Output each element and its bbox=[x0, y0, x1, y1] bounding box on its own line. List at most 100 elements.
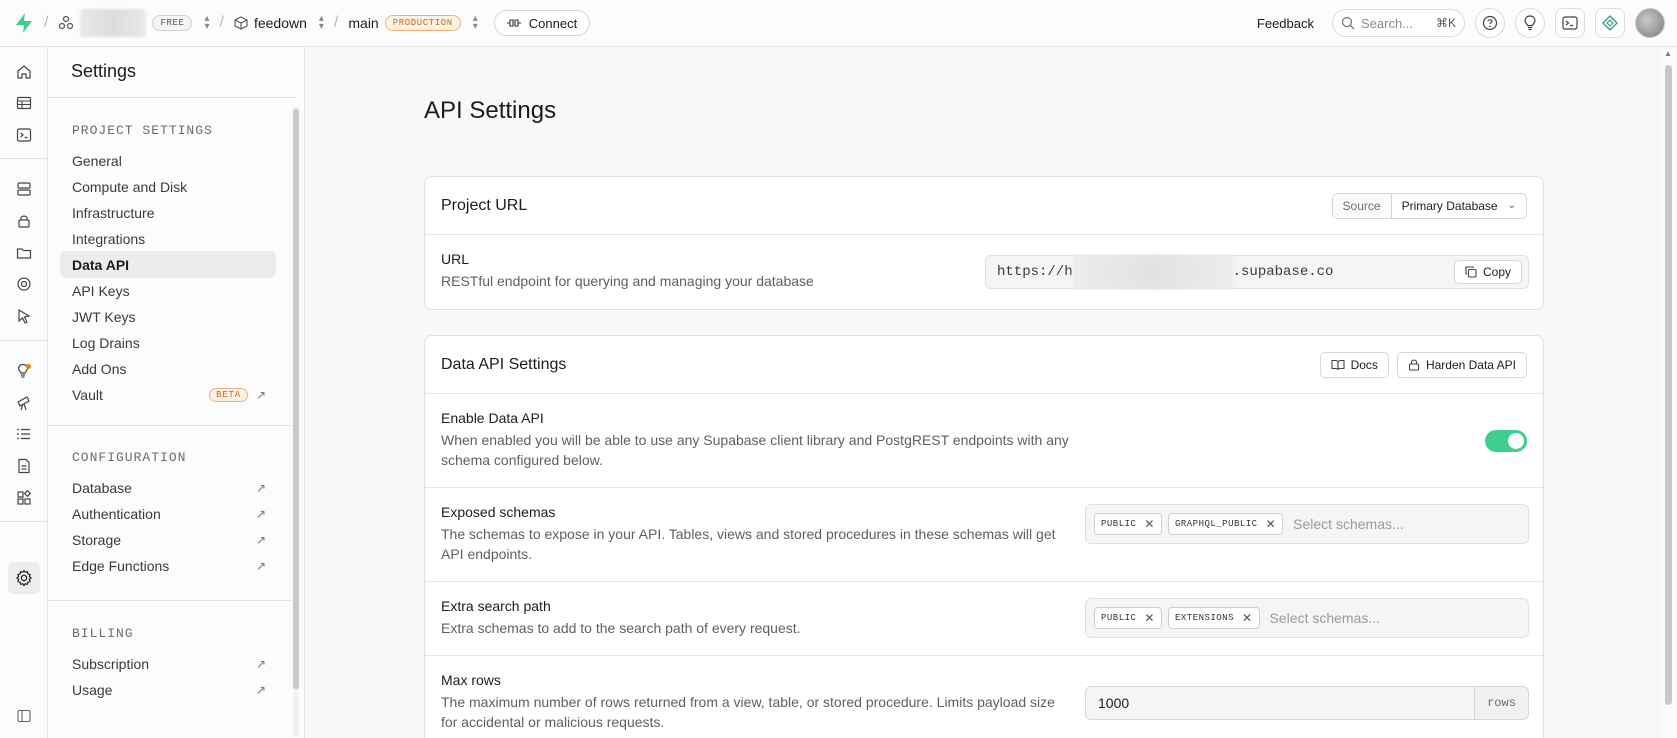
exposed-description: The schemas to expose in your API. Table… bbox=[441, 526, 1056, 562]
source-value: Primary Database bbox=[1401, 198, 1498, 213]
maxrows-description: The maximum number of rows returned from… bbox=[441, 694, 1055, 730]
menu-item-general[interactable]: General bbox=[60, 147, 276, 174]
cube-icon bbox=[234, 16, 248, 30]
remove-chip-icon[interactable]: ✕ bbox=[1266, 517, 1277, 531]
menu-item-log-drains[interactable]: Log Drains bbox=[60, 329, 276, 356]
realtime-icon[interactable] bbox=[8, 268, 40, 300]
copy-label: Copy bbox=[1482, 265, 1511, 279]
menu-item-subscription[interactable]: Subscription ↗ bbox=[60, 650, 276, 677]
menu-title: Settings bbox=[71, 61, 137, 81]
observability-icon[interactable] bbox=[8, 387, 40, 419]
section-heading-billing: BILLING bbox=[72, 626, 134, 641]
menu-item-add-ons[interactable]: Add Ons bbox=[60, 355, 276, 382]
api-docs-icon[interactable] bbox=[8, 450, 40, 482]
menu-item-compute-and-disk[interactable]: Compute and Disk bbox=[60, 173, 276, 200]
ai-assistant-icon bbox=[1602, 15, 1618, 31]
search-input[interactable]: Search... ⌘K bbox=[1332, 9, 1465, 37]
help-icon bbox=[1482, 15, 1498, 31]
remove-chip-icon[interactable]: ✕ bbox=[1144, 517, 1155, 531]
project-url-card: Project URL Source Primary Database ⌄ UR… bbox=[424, 176, 1544, 310]
connect-button[interactable]: Connect bbox=[493, 10, 591, 36]
url-redacted bbox=[1072, 255, 1233, 289]
help-button[interactable] bbox=[1475, 8, 1505, 38]
docs-label: Docs bbox=[1350, 357, 1378, 372]
remove-chip-icon[interactable]: ✕ bbox=[1144, 611, 1155, 625]
max-rows-value: 1000 bbox=[1098, 695, 1130, 711]
menu-scrollbar[interactable] bbox=[293, 97, 299, 738]
menu-item-edge-functions[interactable]: Edge Functions ↗ bbox=[60, 552, 276, 579]
sql-terminal-button[interactable] bbox=[1555, 8, 1585, 38]
menu-item-jwt-keys[interactable]: JWT Keys bbox=[60, 303, 276, 330]
card-title: Project URL bbox=[441, 196, 528, 214]
menu-divider bbox=[48, 97, 296, 98]
toggle-knob bbox=[1508, 433, 1524, 449]
schema-chip: EXTENSIONS ✕ bbox=[1167, 607, 1260, 629]
edge-functions-icon[interactable] bbox=[8, 300, 40, 332]
page-title: API Settings bbox=[424, 97, 557, 124]
url-suffix: .supabase.co bbox=[1232, 264, 1334, 280]
connect-label: Connect bbox=[528, 15, 578, 31]
feedback-button[interactable]: Feedback bbox=[1257, 16, 1314, 31]
enable-data-api-toggle[interactable] bbox=[1485, 430, 1527, 452]
integrations-icon[interactable] bbox=[8, 482, 40, 514]
beta-badge: BETA bbox=[209, 387, 248, 402]
external-link-icon: ↗ bbox=[255, 480, 266, 495]
copy-icon bbox=[1465, 266, 1477, 278]
branch-selector[interactable]: main PRODUCTION ▴ ▾ bbox=[348, 14, 477, 32]
page-scrollbar[interactable]: ▲ bbox=[1660, 47, 1677, 738]
page-scroll-thumb[interactable] bbox=[1665, 65, 1672, 705]
supabase-logo-icon[interactable] bbox=[14, 12, 34, 34]
branch-name: main bbox=[348, 15, 379, 31]
schema-chip: PUBLIC ✕ bbox=[1094, 607, 1162, 629]
collapse-sidebar-icon[interactable] bbox=[8, 700, 40, 732]
external-link-icon: ↗ bbox=[255, 558, 266, 573]
rail-divider bbox=[0, 340, 47, 341]
scroll-up-icon[interactable]: ▲ bbox=[1664, 49, 1672, 58]
copy-button[interactable]: Copy bbox=[1453, 260, 1522, 284]
menu-item-authentication[interactable]: Authentication ↗ bbox=[60, 500, 276, 527]
source-selector[interactable]: Source Primary Database ⌄ bbox=[1331, 192, 1527, 219]
project-selector[interactable]: feedown ▴ ▾ bbox=[234, 14, 324, 32]
extra-search-path-select[interactable]: PUBLIC ✕ EXTENSIONS ✕ Select schemas... bbox=[1085, 598, 1529, 638]
table-editor-icon[interactable] bbox=[8, 87, 40, 119]
home-icon[interactable] bbox=[8, 56, 40, 88]
menu-item-usage[interactable]: Usage ↗ bbox=[60, 676, 276, 703]
plug-icon bbox=[506, 19, 521, 27]
menu-item-storage[interactable]: Storage ↗ bbox=[60, 526, 276, 553]
menu-item-integrations[interactable]: Integrations bbox=[60, 225, 276, 252]
remove-chip-icon[interactable]: ✕ bbox=[1242, 611, 1253, 625]
search-placeholder: Search... bbox=[1361, 15, 1414, 31]
menu-item-database[interactable]: Database ↗ bbox=[60, 474, 276, 501]
rail-divider bbox=[0, 521, 47, 522]
org-selector[interactable]: FREE ▴ ▾ bbox=[58, 9, 210, 37]
whats-new-button[interactable] bbox=[1515, 8, 1545, 38]
sql-editor-icon[interactable] bbox=[8, 119, 40, 151]
menu-scroll-thumb[interactable] bbox=[293, 109, 299, 689]
assistant-button[interactable] bbox=[1595, 8, 1625, 38]
menu-item-api-keys[interactable]: API Keys bbox=[60, 277, 276, 304]
database-icon[interactable] bbox=[8, 173, 40, 205]
exposed-schemas-row: Exposed schemas The schemas to expose in… bbox=[425, 488, 1543, 582]
settings-gear-icon[interactable] bbox=[8, 562, 40, 594]
avatar[interactable] bbox=[1635, 8, 1665, 38]
menu-item-vault[interactable]: Vault BETA ↗ bbox=[60, 381, 276, 408]
menu-divider bbox=[48, 425, 296, 426]
storage-icon[interactable] bbox=[8, 237, 40, 269]
authentication-icon[interactable] bbox=[8, 205, 40, 237]
menu-item-infrastructure[interactable]: Infrastructure bbox=[60, 199, 276, 226]
logs-icon[interactable] bbox=[8, 418, 40, 450]
chevron-down-icon: ⌄ bbox=[1507, 200, 1516, 211]
max-rows-input[interactable]: 1000 rows bbox=[1085, 686, 1529, 720]
icon-rail bbox=[0, 47, 48, 738]
section-heading-configuration: CONFIGURATION bbox=[72, 450, 187, 465]
settings-menu: Settings PROJECT SETTINGS General Comput… bbox=[48, 47, 305, 738]
advisors-icon[interactable] bbox=[8, 355, 40, 387]
docs-button[interactable]: Docs bbox=[1319, 351, 1389, 378]
url-row: URL RESTful endpoint for querying and ma… bbox=[425, 235, 1543, 309]
exposed-schemas-select[interactable]: PUBLIC ✕ GRAPHQL_PUBLIC ✕ Select schemas..… bbox=[1085, 504, 1529, 544]
production-badge: PRODUCTION bbox=[384, 15, 461, 31]
project-url-field[interactable]: https://h .supabase.co Copy bbox=[985, 255, 1529, 289]
harden-data-api-button[interactable]: Harden Data API bbox=[1396, 351, 1527, 378]
menu-item-data-api[interactable]: Data API bbox=[60, 251, 276, 278]
external-link-icon: ↗ bbox=[255, 506, 266, 521]
